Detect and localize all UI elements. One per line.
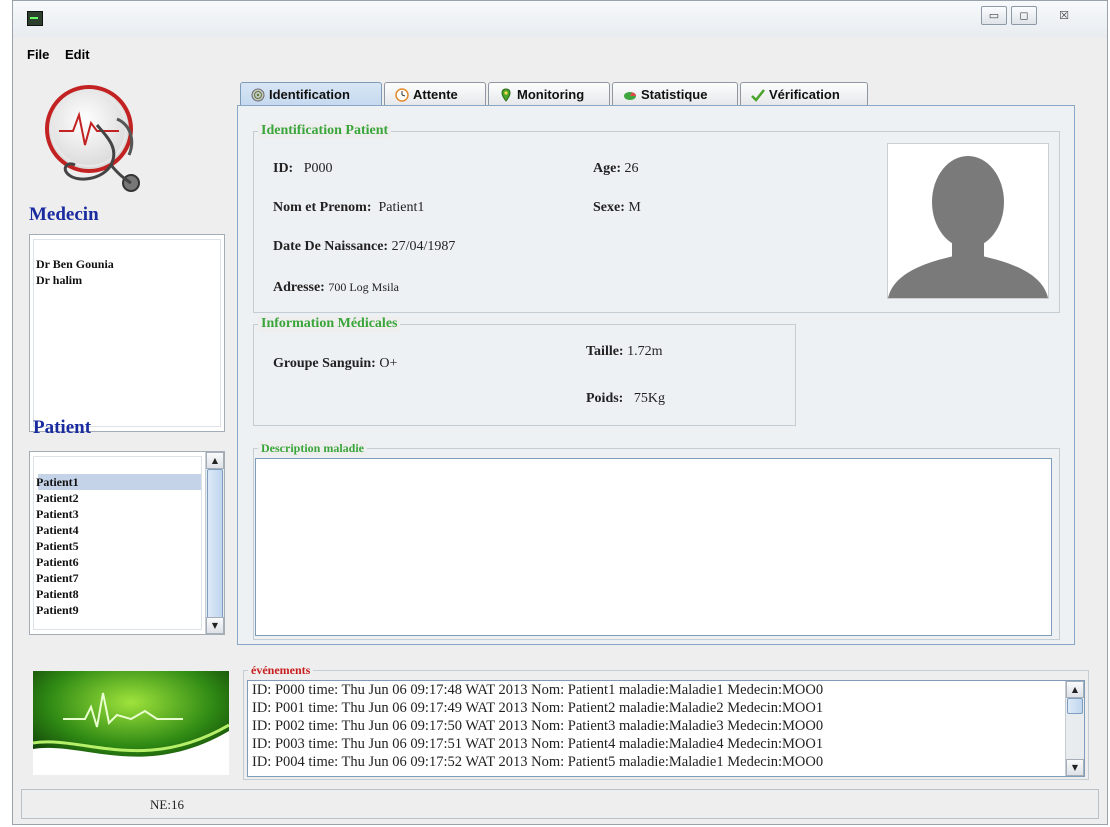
status-bar: NE:16 xyxy=(21,789,1099,819)
patient-scrollbar[interactable]: ▲ ▼ xyxy=(205,452,224,634)
map-pin-icon xyxy=(501,88,511,102)
scroll-up-icon[interactable]: ▲ xyxy=(206,452,224,469)
avatar-silhouette-icon xyxy=(888,156,1048,298)
menu-file[interactable]: File xyxy=(27,47,49,62)
patient-item[interactable]: Patient4 xyxy=(36,523,79,538)
id-field: ID: P000 xyxy=(273,161,333,176)
description-textarea[interactable] xyxy=(255,458,1052,636)
app-window: ▭ ◻ ☒ File Edit Medecin Dr Ben Gounia Dr… xyxy=(12,0,1108,825)
identification-legend: Identification Patient xyxy=(258,123,392,139)
medecin-item[interactable]: Dr halim xyxy=(36,273,82,288)
height-field: Taille: 1.72m xyxy=(586,344,663,359)
event-line: ID: P000 time: Thu Jun 06 09:17:48 WAT 2… xyxy=(252,682,824,698)
event-line: ID: P003 time: Thu Jun 06 09:17:51 WAT 2… xyxy=(252,736,824,752)
scroll-down-icon[interactable]: ▼ xyxy=(206,617,224,634)
events-scrollbar[interactable]: ▲ ▼ xyxy=(1065,681,1084,776)
menu-edit[interactable]: Edit xyxy=(65,47,90,62)
events-log[interactable]: ID: P000 time: Thu Jun 06 09:17:48 WAT 2… xyxy=(247,680,1085,777)
scroll-thumb[interactable] xyxy=(207,469,223,619)
patient-item[interactable]: Patient6 xyxy=(36,555,79,570)
app-icon xyxy=(27,11,43,26)
events-legend: événements xyxy=(248,663,314,678)
tab-monitoring[interactable]: Monitoring xyxy=(488,82,610,106)
patient-item[interactable]: Patient8 xyxy=(36,587,79,602)
weight-field: Poids: 75Kg xyxy=(586,391,665,406)
patient-photo xyxy=(887,143,1049,299)
medecin-item[interactable]: Dr Ben Gounia xyxy=(36,257,114,272)
title-bar: ▭ ◻ ☒ xyxy=(13,1,1107,37)
sex-field: Sexe: M xyxy=(593,200,641,215)
medecin-list[interactable]: Dr Ben Gounia Dr halim xyxy=(29,234,225,432)
pie-chart-icon xyxy=(624,92,637,100)
event-line: ID: P002 time: Thu Jun 06 09:17:50 WAT 2… xyxy=(252,718,824,734)
medical-legend: Information Médicales xyxy=(258,316,401,332)
medical-group: Information Médicales xyxy=(253,316,796,426)
scroll-up-icon[interactable]: ▲ xyxy=(1066,681,1084,698)
clock-icon xyxy=(395,88,409,102)
patient-item[interactable]: Patient9 xyxy=(36,603,79,618)
patient-item[interactable]: Patient5 xyxy=(36,539,79,554)
tab-identification[interactable]: Identification xyxy=(240,82,382,107)
fingerprint-icon xyxy=(251,88,265,102)
close-button[interactable]: ☒ xyxy=(1043,6,1085,25)
patient-item[interactable]: Patient7 xyxy=(36,571,79,586)
event-line: ID: P001 time: Thu Jun 06 09:17:49 WAT 2… xyxy=(252,700,824,716)
patient-list[interactable]: Patient1 Patient2 Patient3 Patient4 Pati… xyxy=(29,451,225,635)
minimize-button[interactable]: ▭ xyxy=(981,6,1007,25)
stethoscope-logo-icon xyxy=(45,85,140,192)
patient-item[interactable]: Patient3 xyxy=(36,507,79,522)
checkmark-icon xyxy=(751,89,765,102)
scroll-thumb[interactable] xyxy=(1067,698,1083,714)
medecin-heading: Medecin xyxy=(29,204,99,225)
blood-group-field: Groupe Sanguin: O+ xyxy=(273,356,398,371)
scroll-down-icon[interactable]: ▼ xyxy=(1066,759,1084,776)
name-field: Nom et Prenom: Patient1 xyxy=(273,200,425,215)
patient-item[interactable]: Patient1 xyxy=(36,475,79,490)
event-line: ID: P004 time: Thu Jun 06 09:17:52 WAT 2… xyxy=(252,754,824,770)
patient-item[interactable]: Patient2 xyxy=(36,491,79,506)
dob-field: Date De Naissance: 27/04/1987 xyxy=(273,239,456,254)
tab-statistique[interactable]: Statistique xyxy=(612,82,738,106)
address-field: Adresse: 700 Log Msila xyxy=(273,280,400,295)
age-field: Age: 26 xyxy=(593,161,639,176)
tab-attente[interactable]: Attente xyxy=(384,82,486,106)
maximize-button[interactable]: ◻ xyxy=(1011,6,1037,25)
description-legend: Description maladie xyxy=(258,441,367,456)
patient-heading: Patient xyxy=(33,417,92,438)
tab-verification[interactable]: Vérification xyxy=(740,82,868,106)
status-text: NE:16 xyxy=(150,797,184,812)
ecg-banner-icon xyxy=(33,671,229,775)
menu-bar: File Edit xyxy=(13,41,1107,65)
